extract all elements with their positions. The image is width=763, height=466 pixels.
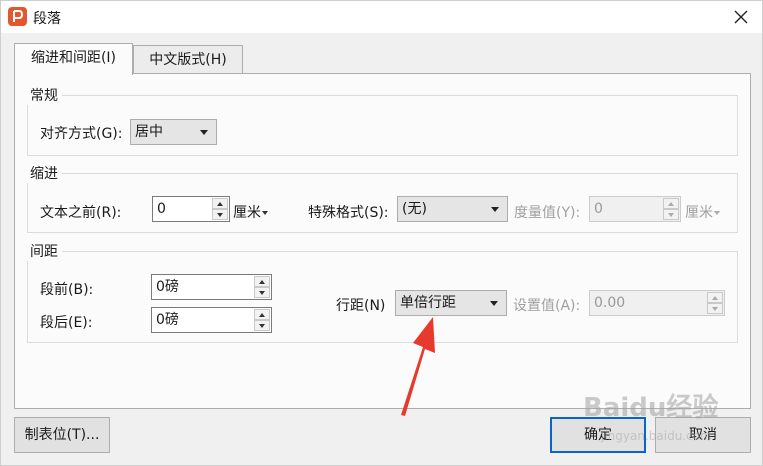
- space-before-value: 0磅: [156, 279, 179, 295]
- spin-up-icon[interactable]: [212, 198, 228, 209]
- before-text-label: 文本之前(R):: [40, 205, 122, 221]
- spin-up-icon[interactable]: [663, 198, 679, 209]
- line-spacing-value: 单倍行距: [400, 295, 456, 311]
- tab-panel: 常规 对齐方式(G): 居中 缩进 文本之前(R): 0 厘米 特殊格式(S):…: [14, 73, 751, 409]
- alignment-value: 居中: [135, 124, 163, 140]
- chevron-down-icon: [490, 301, 498, 306]
- space-before-label: 段前(B):: [40, 282, 94, 298]
- measure-value: 0: [594, 201, 603, 217]
- window-title: 段落: [33, 11, 61, 27]
- chevron-down-icon: [200, 130, 208, 135]
- spin-down-icon[interactable]: [707, 303, 723, 314]
- set-value-spinner[interactable]: 0.00: [589, 290, 725, 316]
- space-after-label: 段后(E):: [40, 315, 93, 331]
- alignment-select[interactable]: 居中: [130, 119, 217, 145]
- before-text-value: 0: [157, 201, 166, 217]
- spin-up-icon[interactable]: [707, 292, 723, 303]
- tab-indent-spacing[interactable]: 缩进和间距(I): [14, 43, 133, 75]
- tab-chinese-typography[interactable]: 中文版式(H): [133, 45, 243, 75]
- space-after-value: 0磅: [156, 312, 179, 328]
- spin-up-icon[interactable]: [254, 309, 270, 320]
- measure-label: 度量值(Y):: [514, 205, 581, 221]
- tab-stops-button[interactable]: 制表位(T)...: [14, 417, 110, 453]
- special-format-label: 特殊格式(S):: [308, 205, 389, 221]
- title-bar: 段落: [1, 1, 762, 33]
- indent-group-title: 缩进: [26, 163, 62, 183]
- caret-down-icon: [262, 211, 268, 215]
- line-spacing-select[interactable]: 单倍行距: [395, 290, 507, 316]
- before-text-spinner[interactable]: 0: [152, 196, 230, 222]
- spin-up-icon[interactable]: [254, 276, 270, 287]
- spin-down-icon[interactable]: [254, 320, 270, 331]
- set-value-value: 0.00: [594, 295, 626, 311]
- before-text-unit[interactable]: 厘米: [233, 202, 268, 222]
- paragraph-dialog: 段落 缩进和间距(I) 中文版式(H) 常规 对齐方式(G): 居中 缩进 文本…: [0, 0, 763, 466]
- set-value-label: 设置值(A):: [513, 298, 581, 314]
- baidu-watermark-url: jingyan.baidu.com: [601, 429, 712, 443]
- spin-down-icon[interactable]: [254, 287, 270, 298]
- caret-down-icon: [714, 211, 720, 215]
- line-spacing-label: 行距(N): [336, 298, 386, 314]
- special-format-value: (无): [402, 201, 427, 217]
- spacing-group: 间距 段前(B): 0磅 段后(E): 0磅 行距(N) 单倍行距 设置值(A)…: [26, 241, 738, 343]
- space-before-spinner[interactable]: 0磅: [151, 274, 272, 300]
- measure-spinner[interactable]: 0: [589, 196, 681, 222]
- baidu-watermark: Baidu经验: [583, 393, 719, 423]
- special-format-select[interactable]: (无): [397, 196, 508, 222]
- wps-app-icon: [8, 7, 27, 26]
- general-group: 常规 对齐方式(G): 居中: [26, 85, 738, 156]
- general-group-title: 常规: [26, 85, 62, 105]
- spin-down-icon[interactable]: [663, 209, 679, 220]
- measure-unit[interactable]: 厘米: [685, 202, 720, 222]
- close-button[interactable]: [724, 4, 758, 30]
- alignment-label: 对齐方式(G):: [40, 126, 123, 142]
- space-after-spinner[interactable]: 0磅: [151, 307, 272, 333]
- close-icon: [734, 10, 748, 24]
- chevron-down-icon: [491, 207, 499, 212]
- indent-group: 缩进 文本之前(R): 0 厘米 特殊格式(S): (无) 度量值(Y): 0: [26, 163, 738, 233]
- spacing-group-title: 间距: [26, 241, 62, 261]
- spin-down-icon[interactable]: [212, 209, 228, 220]
- annotation-arrow: [401, 317, 435, 416]
